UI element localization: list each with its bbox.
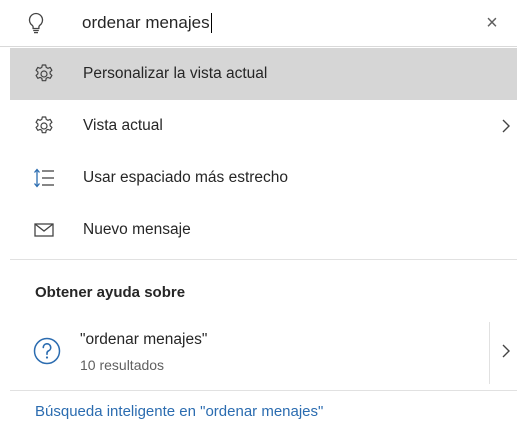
action-narrower-spacing[interactable]: Usar espaciado más estrecho	[10, 152, 517, 204]
search-input[interactable]: ordenar menajes	[82, 12, 212, 34]
lightbulb-icon	[28, 12, 44, 34]
action-current-view[interactable]: Vista actual	[10, 100, 517, 152]
line-spacing-icon	[34, 168, 54, 188]
smart-search-link[interactable]: Búsqueda inteligente en "ordenar menajes…	[35, 402, 323, 422]
close-icon[interactable]: ×	[481, 12, 503, 34]
text-caret	[210, 12, 212, 33]
search-query-text: ordenar menajes	[82, 13, 210, 32]
gear-icon	[35, 116, 53, 134]
help-query-text: "ordenar menajes"	[80, 331, 208, 348]
action-label: Nuevo mensaje	[83, 221, 191, 238]
divider	[10, 259, 517, 260]
action-new-message[interactable]: Nuevo mensaje	[10, 204, 517, 256]
action-customize-current-view[interactable]: Personalizar la vista actual	[10, 48, 517, 100]
divider	[10, 390, 517, 391]
action-label: Personalizar la vista actual	[83, 65, 268, 82]
gear-icon	[35, 64, 53, 82]
help-result-item[interactable]: "ordenar menajes" 10 resultados	[10, 322, 517, 384]
action-label: Usar espaciado más estrecho	[83, 169, 289, 186]
divider	[489, 322, 490, 384]
search-bar: ordenar menajes ×	[0, 0, 517, 47]
action-label: Vista actual	[83, 117, 163, 134]
section-title: Obtener ayuda sobre	[35, 284, 186, 301]
envelope-icon	[34, 223, 54, 237]
help-results-count: 10 resultados	[80, 357, 165, 373]
question-circle-icon	[33, 337, 61, 365]
chevron-right-icon[interactable]	[501, 344, 511, 358]
chevron-right-icon	[502, 119, 510, 133]
